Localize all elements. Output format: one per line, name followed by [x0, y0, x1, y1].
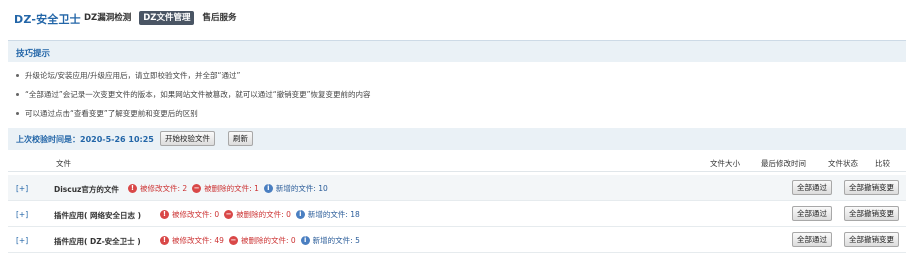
added-count: 新增的文件: 18	[307, 210, 360, 219]
start-verify-button[interactable]: 开始校验文件	[160, 131, 215, 146]
added-count: 新增的文件: 5	[312, 236, 360, 245]
modified-count: 被修改文件: 49	[172, 236, 224, 245]
modified-files-link[interactable]: ! 被修改文件: 2	[128, 183, 187, 194]
deleted-count: 被删除的文件: 0	[236, 210, 291, 219]
main-nav: DZ漏洞检测 DZ文件管理 售后服务	[84, 11, 244, 25]
table-row: [+] 插件应用( DZ-安全卫士 ) ! 被修改文件: 49 − 被删除的文件: …	[8, 227, 906, 253]
modified-count: 被修改文件: 0	[172, 210, 220, 219]
table-row: [+] Discuz官方的文件 ! 被修改文件: 2 − 被删除的文件: 1 i 新增…	[8, 175, 906, 201]
info-circle-icon: i	[263, 184, 273, 193]
expand-toggle[interactable]: [+]	[16, 236, 28, 245]
deleted-count: 被删除的文件: 0	[240, 236, 296, 245]
column-header-size: 文件大小	[710, 159, 740, 168]
pass-all-button[interactable]: 全部通过	[792, 180, 832, 195]
row-stats: ! 被修改文件: 0 − 被删除的文件: 0 i 新增的文件: 18	[160, 209, 365, 220]
expand-toggle[interactable]: [+]	[16, 184, 28, 193]
modified-files-link[interactable]: ! 被修改文件: 0	[160, 209, 219, 220]
tip-item: “全部通过”会记录一次变更文件的版本，如果网站文件被篡改，就可以通过“撤销变更”…	[16, 89, 371, 100]
table-row: [+] 插件应用( 网络安全日志 ) ! 被修改文件: 0 − 被删除的文件: 0 …	[8, 201, 906, 227]
added-files-link[interactable]: i 新增的文件: 10	[263, 183, 328, 194]
modified-count: 被修改文件: 2	[140, 184, 188, 193]
info-circle-icon: i	[295, 210, 305, 219]
deleted-files-link[interactable]: − 被删除的文件: 0	[224, 209, 291, 220]
verify-bar: 上次校验时间是：2020-5-26 10:25 开始校验文件 刷新	[8, 128, 906, 150]
tip-text: 可以通过点击“查看变更”了解变更前和变更后的区别	[25, 109, 198, 118]
bullet-icon	[16, 73, 19, 77]
app-title: DZ-安全卫士	[14, 13, 81, 26]
tip-item: 可以通过点击“查看变更”了解变更前和变更后的区别	[16, 108, 198, 119]
expand-toggle[interactable]: [+]	[16, 210, 28, 219]
pass-all-button[interactable]: 全部通过	[792, 232, 832, 247]
nav-tab-file-manage[interactable]: DZ文件管理	[139, 11, 195, 25]
info-circle-icon: i	[300, 236, 310, 245]
tip-item: 升级论坛/安装应用/升级应用后，请立即校验文件，并全部“通过”	[16, 70, 240, 81]
refresh-button[interactable]: 刷新	[228, 131, 253, 146]
tip-text: 升级论坛/安装应用/升级应用后，请立即校验文件，并全部“通过”	[25, 71, 241, 80]
warning-circle-icon: !	[128, 184, 137, 193]
table-header: 文件 文件大小 最后修改时间 文件状态 比较	[8, 154, 906, 172]
deleted-files-link[interactable]: − 被删除的文件: 0	[228, 235, 296, 246]
column-header-file: 文件	[56, 159, 71, 168]
row-title: 插件应用( DZ-安全卫士 )	[54, 237, 141, 246]
column-header-compare: 比较	[875, 159, 890, 168]
warning-circle-icon: !	[160, 210, 169, 219]
added-count: 新增的文件: 10	[275, 184, 328, 193]
top-header: DZ-安全卫士 DZ漏洞检测 DZ文件管理 售后服务	[0, 0, 910, 36]
modified-files-link[interactable]: ! 被修改文件: 49	[160, 235, 224, 246]
pass-all-button[interactable]: 全部通过	[792, 206, 832, 221]
row-stats: ! 被修改文件: 49 − 被删除的文件: 0 i 新增的文件: 5	[160, 235, 365, 246]
minus-circle-icon: −	[228, 236, 238, 245]
nav-tab-after-sales[interactable]: 售后服务	[202, 11, 236, 25]
row-stats: ! 被修改文件: 2 − 被删除的文件: 1 i 新增的文件: 10	[128, 183, 333, 194]
tip-text: “全部通过”会记录一次变更文件的版本，如果网站文件被篡改，就可以通过“撤销变更”…	[25, 90, 371, 99]
deleted-count: 被删除的文件: 1	[204, 184, 259, 193]
column-header-modified: 最后修改时间	[761, 159, 806, 168]
tips-title: 技巧提示	[16, 49, 51, 59]
minus-circle-icon: −	[192, 184, 202, 193]
row-title: 插件应用( 网络安全日志 )	[54, 211, 142, 220]
deleted-files-link[interactable]: − 被删除的文件: 1	[192, 183, 259, 194]
revert-all-button[interactable]: 全部撤销变更	[844, 232, 899, 247]
added-files-link[interactable]: i 新增的文件: 18	[295, 209, 360, 220]
last-verify-time: 上次校验时间是：2020-5-26 10:25	[16, 135, 154, 144]
added-files-link[interactable]: i 新增的文件: 5	[300, 235, 360, 246]
revert-all-button[interactable]: 全部撤销变更	[844, 206, 899, 221]
warning-circle-icon: !	[160, 236, 169, 245]
tips-header: 技巧提示	[8, 40, 906, 62]
revert-all-button[interactable]: 全部撤销变更	[844, 180, 899, 195]
nav-tab-vuln-check[interactable]: DZ漏洞检测	[84, 11, 131, 25]
bullet-icon	[16, 111, 19, 115]
column-header-status: 文件状态	[828, 159, 858, 168]
row-title: Discuz官方的文件	[54, 185, 119, 194]
minus-circle-icon: −	[224, 210, 234, 219]
bullet-icon	[16, 92, 19, 96]
